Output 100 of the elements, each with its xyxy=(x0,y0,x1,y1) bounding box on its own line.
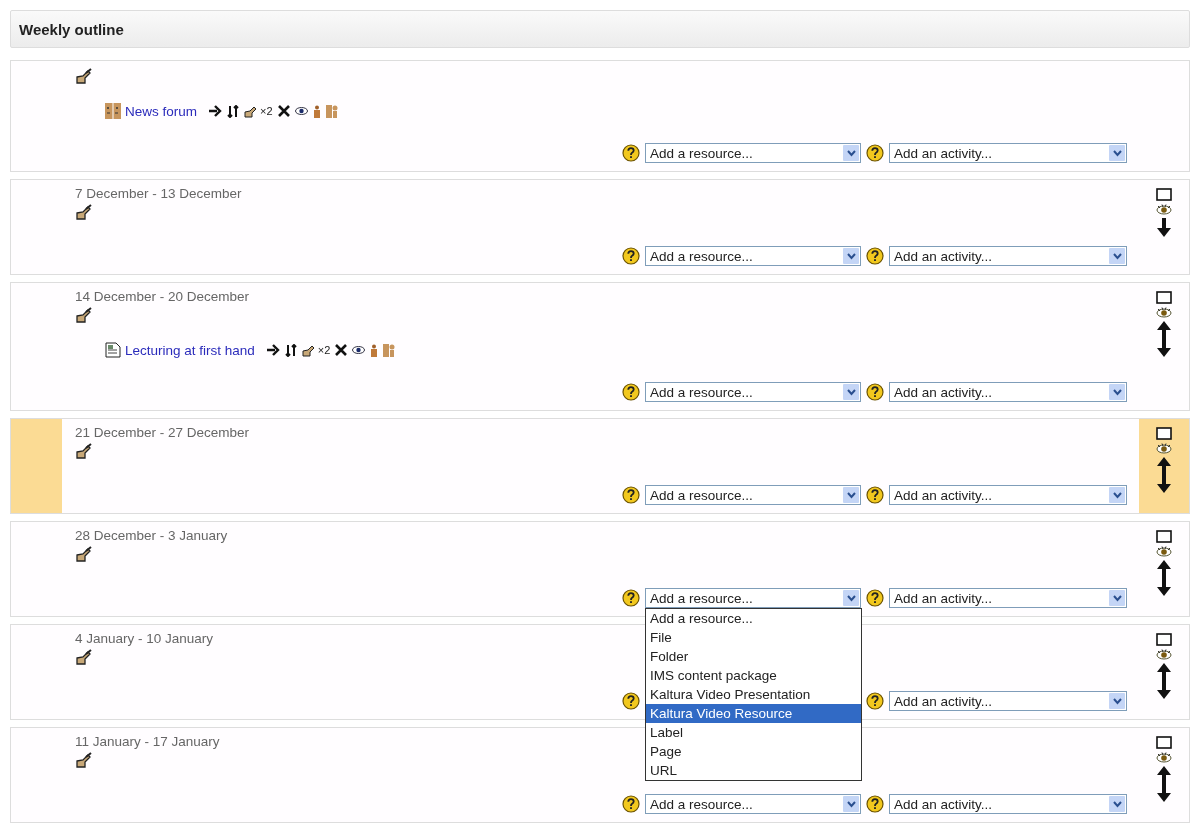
person-icon[interactable] xyxy=(312,104,321,118)
person-icon[interactable] xyxy=(370,343,379,357)
help-icon[interactable] xyxy=(866,247,884,265)
hand-pen-icon[interactable] xyxy=(75,204,93,222)
dropdown-option[interactable]: Add a resource... xyxy=(646,609,861,628)
eye-icon[interactable] xyxy=(294,106,308,116)
caret-icon xyxy=(846,388,856,396)
dropdown-option[interactable]: Kaltura Video Presentation xyxy=(646,685,861,704)
help-icon[interactable] xyxy=(866,795,884,813)
dropdown-option[interactable]: Folder xyxy=(646,647,861,666)
eye-icon[interactable] xyxy=(352,345,366,355)
eye-icon[interactable] xyxy=(1156,546,1172,557)
week-date: 14 December - 20 December xyxy=(75,289,250,306)
pen-icon[interactable] xyxy=(301,343,316,357)
activity-link[interactable]: News forum xyxy=(125,103,197,119)
resource-select[interactable]: Add a resource... xyxy=(645,485,861,505)
resource-select[interactable]: Add a resource... xyxy=(645,382,861,402)
activity-select[interactable]: Add an activity... xyxy=(889,246,1127,266)
week-date: 11 January - 17 January xyxy=(75,734,220,751)
caret-icon xyxy=(846,594,856,602)
dropdown-option[interactable]: Kaltura Video Resource xyxy=(646,704,861,723)
caret-icon xyxy=(846,491,856,499)
activity-select[interactable]: Add an activity... xyxy=(889,382,1127,402)
up-down-arrows-icon[interactable] xyxy=(227,104,239,118)
resource-select[interactable]: Add a resource... xyxy=(645,143,861,163)
up-down-arrows-icon[interactable] xyxy=(284,343,297,357)
week-date: 7 December - 13 December xyxy=(75,186,242,203)
caret-icon xyxy=(1112,594,1122,602)
dropdown-option[interactable]: URL xyxy=(646,761,861,780)
delete-icon[interactable] xyxy=(335,344,348,356)
activity-select[interactable]: Add an activity... xyxy=(889,691,1127,711)
resource-select[interactable]: Add a resource... xyxy=(645,588,861,608)
week-date: 28 December - 3 January xyxy=(75,528,228,545)
people-icon[interactable] xyxy=(383,343,396,357)
up-down-arrow-icon[interactable] xyxy=(1156,766,1172,802)
caret-icon xyxy=(1112,149,1122,157)
help-icon[interactable] xyxy=(866,486,884,504)
people-icon[interactable] xyxy=(325,104,338,118)
up-down-arrow-icon[interactable] xyxy=(1156,663,1172,699)
dropdown-option[interactable]: Page xyxy=(646,742,861,761)
caret-icon xyxy=(846,149,856,157)
caret-icon xyxy=(1112,491,1122,499)
activity-select[interactable]: Add an activity... xyxy=(889,485,1127,505)
up-down-arrow-icon[interactable] xyxy=(1156,321,1172,357)
square-icon[interactable] xyxy=(1156,291,1172,304)
hand-pen-icon[interactable] xyxy=(75,307,93,325)
arrow-right-icon[interactable] xyxy=(209,105,222,117)
help-icon[interactable] xyxy=(622,144,640,162)
help-icon[interactable] xyxy=(622,247,640,265)
week-date: 21 December - 27 December xyxy=(75,425,250,442)
dropdown-option[interactable]: Label xyxy=(646,723,861,742)
help-icon[interactable] xyxy=(866,692,884,710)
square-icon[interactable] xyxy=(1156,530,1172,543)
week-date: 4 January - 10 January xyxy=(75,631,214,648)
up-down-arrow-icon[interactable] xyxy=(1156,457,1172,493)
up-down-arrow-icon[interactable] xyxy=(1156,560,1172,596)
help-icon[interactable] xyxy=(622,486,640,504)
pen-icon[interactable] xyxy=(244,104,258,118)
activity-select[interactable]: Add an activity... xyxy=(889,588,1127,608)
help-icon[interactable] xyxy=(866,383,884,401)
square-icon[interactable] xyxy=(1156,736,1172,749)
resource-select[interactable]: Add a resource... xyxy=(645,794,861,814)
help-icon[interactable] xyxy=(622,795,640,813)
caret-icon xyxy=(1112,252,1122,260)
resource-select[interactable]: Add a resource... xyxy=(645,246,861,266)
eye-icon[interactable] xyxy=(1156,204,1172,215)
delete-icon[interactable] xyxy=(277,105,290,117)
help-icon[interactable] xyxy=(622,692,640,710)
eye-icon[interactable] xyxy=(1156,752,1172,763)
square-icon[interactable] xyxy=(1156,188,1172,201)
eye-icon[interactable] xyxy=(1156,443,1172,454)
dropdown-option[interactable]: File xyxy=(646,628,861,647)
activity-select[interactable]: Add an activity... xyxy=(889,794,1127,814)
eye-icon[interactable] xyxy=(1156,307,1172,318)
caret-icon xyxy=(1112,388,1122,396)
eye-icon[interactable] xyxy=(1156,649,1172,660)
help-icon[interactable] xyxy=(866,144,884,162)
help-icon[interactable] xyxy=(866,589,884,607)
arrow-down-icon[interactable] xyxy=(1156,218,1172,238)
arrow-right-icon[interactable] xyxy=(266,344,280,356)
hand-pen-icon[interactable] xyxy=(75,443,93,461)
caret-icon xyxy=(1112,697,1122,705)
forum-icon xyxy=(105,103,121,119)
caret-icon xyxy=(1112,800,1122,808)
caret-icon xyxy=(846,252,856,260)
hand-pen-icon[interactable] xyxy=(75,649,93,667)
help-icon[interactable] xyxy=(622,589,640,607)
dropdown-option[interactable]: IMS content package xyxy=(646,666,861,685)
help-icon[interactable] xyxy=(622,383,640,401)
indent-count[interactable]: ×2 xyxy=(260,105,273,117)
activity-link[interactable]: Lecturing at first hand xyxy=(125,342,255,358)
square-icon[interactable] xyxy=(1156,427,1172,440)
activity-select[interactable]: Add an activity... xyxy=(889,143,1127,163)
hand-pen-icon[interactable] xyxy=(75,546,93,564)
square-icon[interactable] xyxy=(1156,633,1172,646)
hand-pen-icon[interactable] xyxy=(75,752,93,770)
hand-pen-icon[interactable] xyxy=(75,68,93,86)
page-title: Weekly outline xyxy=(19,20,124,38)
document-icon xyxy=(105,342,121,358)
indent-count[interactable]: ×2 xyxy=(317,344,331,356)
